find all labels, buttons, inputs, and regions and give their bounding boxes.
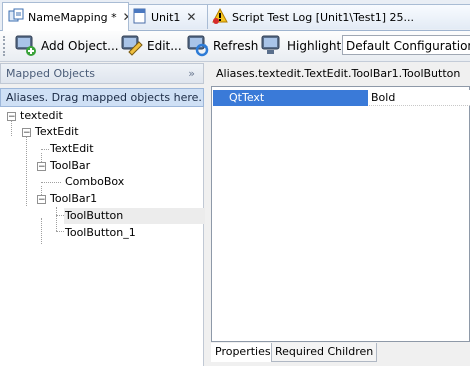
- unit-icon: [133, 8, 147, 27]
- edit-icon: [120, 33, 144, 60]
- toolbar-grip[interactable]: [3, 36, 9, 56]
- tab-properties[interactable]: Properties: [211, 343, 275, 362]
- tab-script-test-log-label: Script Test Log [Unit1\Test1] 25...: [232, 10, 415, 24]
- mapped-objects-title: Mapped Objects: [6, 67, 95, 80]
- edit-button[interactable]: Edit...: [120, 34, 182, 58]
- bottom-tabs: Properties Required Children: [211, 342, 470, 366]
- mapped-objects-header: Mapped Objects »: [0, 63, 204, 84]
- tree-node-textedit-child[interactable]: TextEdit: [35, 124, 79, 140]
- refresh-icon: [186, 33, 210, 60]
- tree-node-combobox[interactable]: ComboBox: [65, 174, 124, 190]
- edit-label: Edit...: [147, 39, 182, 53]
- refresh-button[interactable]: Refresh: [186, 34, 258, 58]
- tree-expander-toolbar[interactable]: −: [37, 162, 46, 172]
- add-object-label: Add Object...: [41, 39, 119, 53]
- tab-required-children[interactable]: Required Children: [271, 343, 378, 362]
- tree-node-textedit-leaf[interactable]: TextEdit: [50, 141, 94, 157]
- collapse-panel-icon[interactable]: »: [188, 64, 195, 84]
- add-object-icon: [14, 33, 38, 60]
- tree-expander-textedit[interactable]: −: [7, 112, 16, 122]
- tab-namemapping[interactable]: NameMapping * ✕: [2, 2, 129, 31]
- highlight-button[interactable]: Highlight: [260, 34, 341, 58]
- add-object-button[interactable]: Add Object...: [14, 34, 119, 58]
- aliases-hint: Aliases. Drag mapped objects here.: [0, 88, 204, 107]
- properties-grid[interactable]: QtText Bold: [211, 86, 470, 342]
- tree-node-toolbutton[interactable]: ToolButton: [64, 208, 205, 224]
- close-icon[interactable]: ✕: [186, 10, 196, 24]
- warning-log-icon: [212, 7, 228, 27]
- tree-expander-textedit-child[interactable]: −: [22, 128, 31, 138]
- property-name[interactable]: QtText: [213, 90, 368, 106]
- configuration-select[interactable]: Default Configuration: [342, 35, 470, 55]
- tree-node-toolbutton-1[interactable]: ToolButton_1: [65, 225, 136, 241]
- document-tab-bar: NameMapping * ✕ Unit1 ✕ Script Test Log …: [0, 0, 470, 31]
- tree-node-toolbar[interactable]: ToolBar: [50, 158, 90, 174]
- namemapping-icon: [8, 8, 24, 27]
- tab-unit1[interactable]: Unit1 ✕: [128, 4, 208, 29]
- tab-namemapping-label: NameMapping *: [28, 10, 117, 24]
- tree-node-toolbar1[interactable]: ToolBar1: [50, 191, 97, 207]
- tab-script-test-log[interactable]: Script Test Log [Unit1\Test1] 25...: [207, 4, 470, 29]
- property-row[interactable]: QtText Bold: [213, 90, 470, 106]
- highlight-label: Highlight: [287, 39, 342, 53]
- toolbar: Add Object... Edit... Refresh Highlight …: [0, 31, 470, 62]
- refresh-label: Refresh: [213, 39, 259, 53]
- selected-object-path: Aliases.textedit.TextEdit.ToolBar1.ToolB…: [211, 63, 470, 84]
- aliases-tree[interactable]: − textedit − TextEdit TextEdit − ToolBar…: [0, 107, 205, 366]
- highlight-icon: [260, 33, 284, 60]
- tree-expander-toolbar1[interactable]: −: [37, 195, 46, 205]
- property-value[interactable]: Bold: [369, 90, 470, 106]
- tab-unit1-label: Unit1: [151, 10, 181, 24]
- tree-node-textedit[interactable]: textedit: [20, 108, 63, 124]
